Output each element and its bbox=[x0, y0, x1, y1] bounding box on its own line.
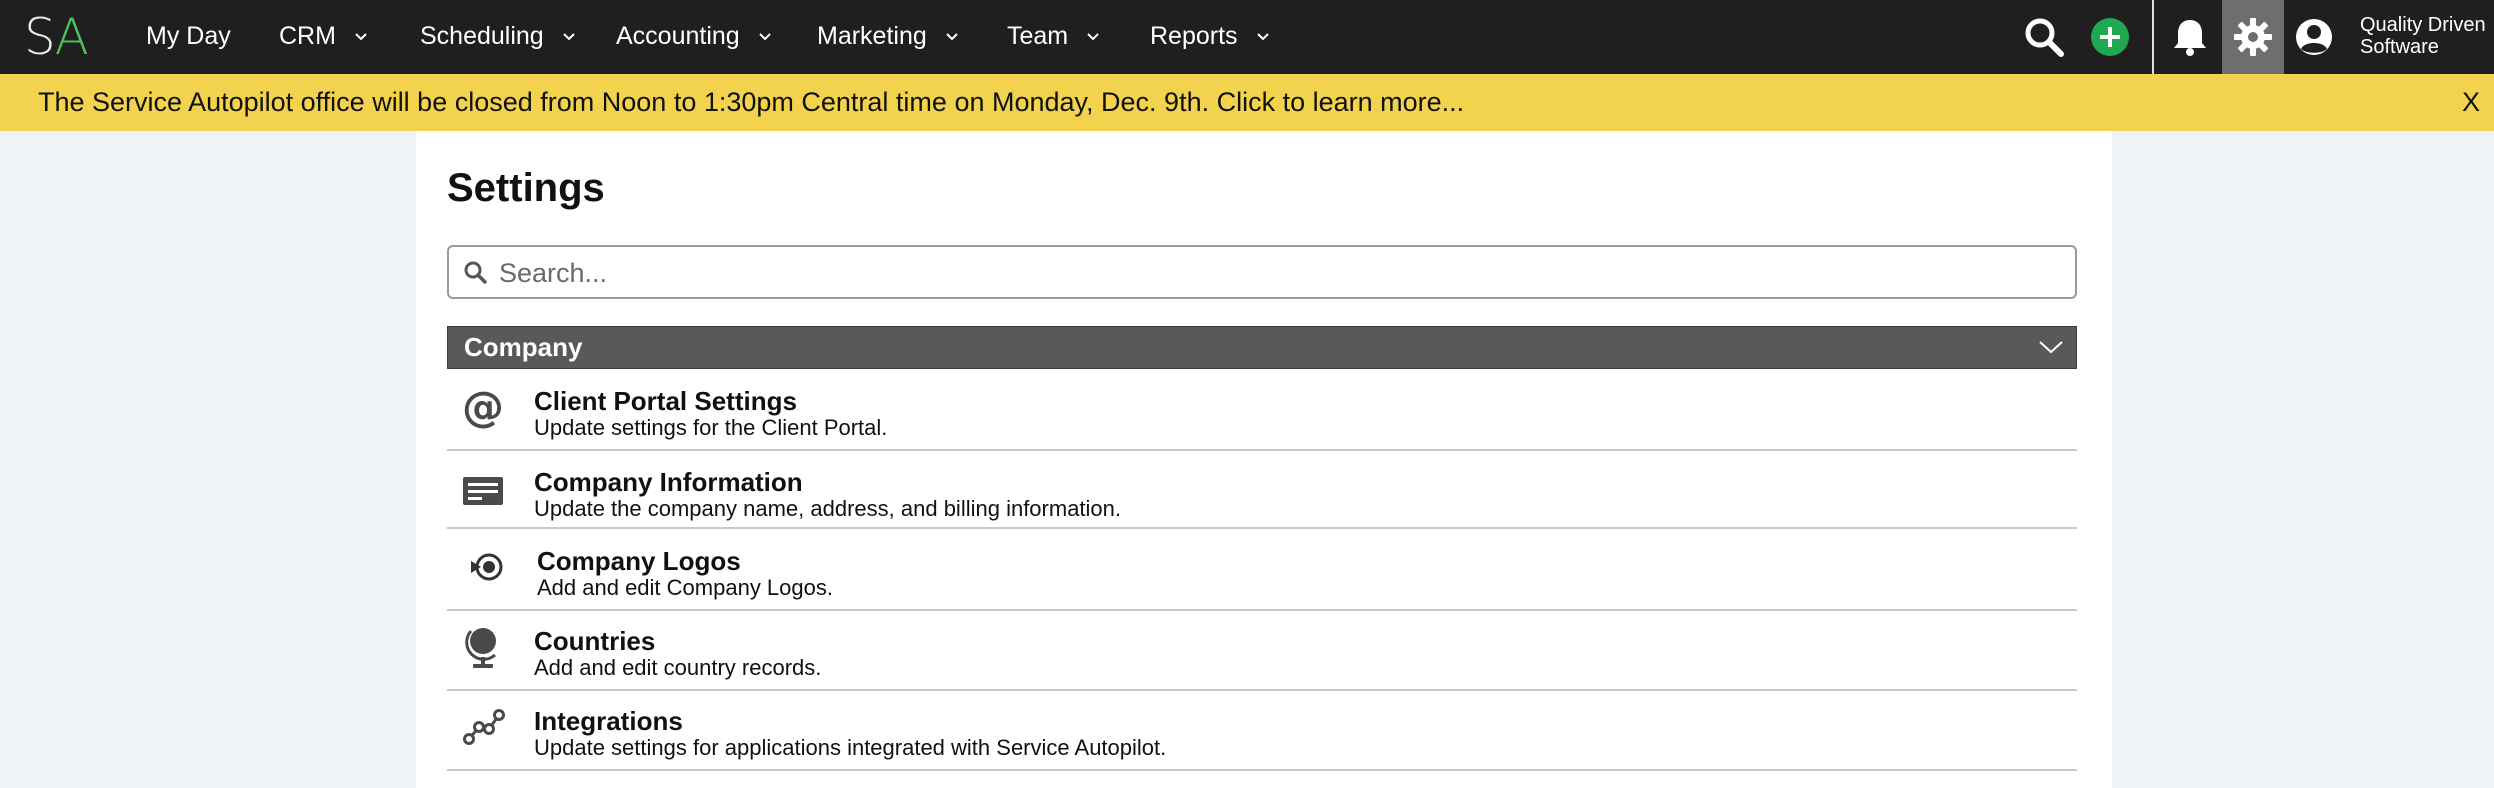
user-name-line1: Quality Driven bbox=[2360, 14, 2486, 36]
nav-label: Scheduling bbox=[420, 22, 544, 50]
integrations-icon bbox=[459, 703, 507, 751]
item-title: Company Information bbox=[534, 467, 803, 497]
banner-message-link[interactable]: The Service Autopilot office will be clo… bbox=[38, 74, 1464, 131]
search-icon bbox=[463, 260, 487, 289]
user-icon[interactable] bbox=[2292, 0, 2336, 74]
chevron-down-icon bbox=[1087, 33, 1099, 41]
item-description: Add and edit Company Logos. bbox=[537, 575, 833, 600]
page-title: Settings bbox=[447, 166, 605, 210]
logo-target-icon bbox=[463, 543, 511, 591]
item-title: Client Portal Settings bbox=[534, 386, 797, 416]
nav-reports[interactable]: Reports bbox=[1150, 0, 1269, 74]
nav-team[interactable]: Team bbox=[1007, 0, 1099, 74]
nav-label: CRM bbox=[279, 22, 336, 50]
banner-close-button[interactable]: X bbox=[2462, 74, 2480, 131]
chevron-down-icon bbox=[2039, 341, 2063, 354]
bell-icon[interactable] bbox=[2168, 0, 2212, 74]
announcement-banner: The Service Autopilot office will be clo… bbox=[0, 74, 2494, 131]
nav-divider bbox=[2152, 0, 2154, 74]
add-icon[interactable] bbox=[2088, 0, 2132, 74]
chevron-down-icon bbox=[946, 33, 958, 41]
search-icon[interactable] bbox=[2016, 0, 2072, 74]
card-icon bbox=[459, 467, 507, 515]
logo-letter-s: S bbox=[24, 8, 57, 66]
gear-icon[interactable] bbox=[2222, 0, 2284, 74]
app-logo[interactable]: SA bbox=[24, 8, 89, 66]
settings-item-company-information[interactable]: Company Information Update the company n… bbox=[447, 451, 2077, 529]
nav-crm[interactable]: CRM bbox=[279, 0, 367, 74]
chevron-down-icon bbox=[355, 33, 367, 41]
nav-marketing[interactable]: Marketing bbox=[817, 0, 958, 74]
settings-item-client-portal[interactable]: @ Client Portal Settings Update settings… bbox=[447, 371, 2077, 451]
nav-scheduling[interactable]: Scheduling bbox=[420, 0, 575, 74]
nav-label: Accounting bbox=[616, 22, 740, 50]
globe-icon bbox=[459, 623, 507, 671]
settings-item-countries[interactable]: Countries Add and edit country records. bbox=[447, 611, 2077, 691]
user-name-line2: Software bbox=[2360, 36, 2439, 58]
item-title: Countries bbox=[534, 626, 656, 656]
chevron-down-icon bbox=[562, 33, 575, 41]
section-title: Company bbox=[464, 332, 583, 362]
item-description: Update the company name, address, and bi… bbox=[534, 496, 1122, 521]
item-description: Add and edit country records. bbox=[534, 655, 822, 680]
user-name[interactable]: Quality Driven Software bbox=[2360, 14, 2486, 58]
nav-label: Reports bbox=[1150, 22, 1238, 50]
top-nav-bar: SA My Day CRM Scheduling Accounting Mark… bbox=[0, 0, 2494, 74]
chevron-down-icon bbox=[1256, 33, 1269, 41]
settings-item-company-logos[interactable]: Company Logos Add and edit Company Logos… bbox=[447, 529, 2077, 611]
nav-label: My Day bbox=[146, 22, 231, 50]
nav-accounting[interactable]: Accounting bbox=[616, 0, 771, 74]
chevron-down-icon bbox=[758, 33, 771, 41]
logo-letter-a: A bbox=[54, 8, 89, 66]
nav-label: Team bbox=[1007, 22, 1069, 50]
svg-text:@: @ bbox=[462, 385, 504, 429]
item-description: Update settings for applications integra… bbox=[534, 735, 1167, 760]
search-field[interactable] bbox=[447, 245, 2077, 299]
settings-item-integrations[interactable]: Integrations Update settings for applica… bbox=[447, 691, 2077, 771]
item-description: Update settings for the Client Portal. bbox=[534, 415, 888, 440]
section-header-company[interactable]: Company bbox=[447, 326, 2077, 369]
nav-my-day[interactable]: My Day bbox=[146, 0, 231, 74]
at-sign-icon: @ bbox=[459, 383, 507, 431]
item-title: Company Logos bbox=[537, 546, 741, 576]
search-input[interactable] bbox=[497, 253, 2061, 293]
nav-label: Marketing bbox=[817, 22, 927, 50]
item-title: Integrations bbox=[534, 706, 683, 736]
